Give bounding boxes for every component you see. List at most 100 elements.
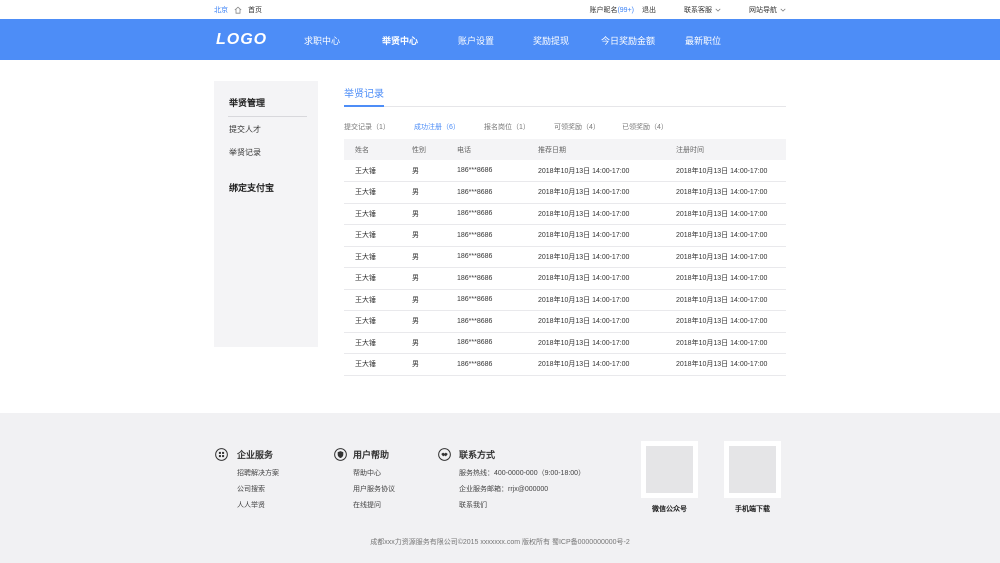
title-divider xyxy=(344,106,786,107)
table-cell: 2018年10月13日 14:00-17:00 xyxy=(676,296,768,304)
table-header: 姓名 性别 电话 推荐日期 注册时间 xyxy=(344,139,786,160)
shield-icon xyxy=(334,448,347,461)
table-cell: 王大锤 xyxy=(355,339,376,347)
table-cell: 男 xyxy=(412,167,419,175)
table-cell: 男 xyxy=(412,189,419,197)
qr-code-image xyxy=(724,441,781,498)
customer-service-dropdown[interactable]: 联系客服 xyxy=(684,5,721,15)
table-cell: 王大锤 xyxy=(355,296,376,304)
table-cell: 2018年10月13日 14:00-17:00 xyxy=(538,253,630,261)
service-hotline: 服务热线：400-0000-000（9:00-18:00） xyxy=(459,470,586,477)
footer-enterprise-services: 企业服务 招聘解决方案 公司搜索 人人举贤 xyxy=(215,448,279,510)
tab-applied-jobs[interactable]: 报名岗位（1） xyxy=(484,122,530,132)
tab-registered[interactable]: 成功注册（6） xyxy=(414,122,460,132)
site-nav-label: 网站导航 xyxy=(749,7,777,14)
nav-item-today-reward[interactable]: 今日奖励金额 xyxy=(601,34,655,47)
tab-claimed-rewards[interactable]: 已领奖励（4） xyxy=(622,122,668,132)
chevron-down-icon xyxy=(780,8,786,12)
table-cell: 2018年10月13日 14:00-17:00 xyxy=(676,339,768,347)
site-logo[interactable]: LOGO xyxy=(216,31,267,49)
sidebar-group-referral-management[interactable]: 举贤管理 xyxy=(229,96,265,109)
table-cell: 186***8686 xyxy=(457,253,493,261)
sidebar-divider xyxy=(228,116,307,117)
table-cell: 2018年10月13日 14:00-17:00 xyxy=(538,296,630,304)
nav-item-account-settings[interactable]: 账户设置 xyxy=(458,34,494,47)
handshake-icon xyxy=(438,448,451,461)
table-cell: 186***8686 xyxy=(457,339,493,347)
footer: 企业服务 招聘解决方案 公司搜索 人人举贤 用户帮助 帮助中心 用户服务协议 在… xyxy=(0,413,1000,563)
footer-title: 用户帮助 xyxy=(353,450,390,460)
account-name[interactable]: 账户昵名(99+) xyxy=(589,5,634,15)
sidebar-item-referral-records[interactable]: 举贤记录 xyxy=(229,147,261,158)
home-icon xyxy=(234,6,242,14)
tab-claimable-rewards[interactable]: 可领奖励（4） xyxy=(554,122,600,132)
table-cell: 2018年10月13日 14:00-17:00 xyxy=(676,253,768,261)
table-cell: 2018年10月13日 14:00-17:00 xyxy=(538,167,630,175)
table-cell: 2018年10月13日 14:00-17:00 xyxy=(676,210,768,218)
top-utility-bar: 北京 首页 账户昵名(99+) 退出 联系客服 网站导航 xyxy=(0,0,1000,19)
table-cell: 186***8686 xyxy=(457,231,493,239)
footer-link[interactable]: 人人举贤 xyxy=(237,500,279,510)
footer-link[interactable]: 招聘解决方案 xyxy=(237,468,279,478)
footer-user-help: 用户帮助 帮助中心 用户服务协议 在线提问 xyxy=(334,448,395,510)
table-cell: 男 xyxy=(412,275,419,283)
table-row: 王大锤 男 186***8686 2018年10月13日 14:00-17:00 201… xyxy=(344,225,786,246)
table-cell: 186***8686 xyxy=(457,167,493,174)
table-cell: 男 xyxy=(412,253,419,261)
table-cell: 男 xyxy=(412,339,419,347)
sidebar-group-bind-alipay[interactable]: 绑定支付宝 xyxy=(229,181,274,194)
sidebar-item-submit-talent[interactable]: 提交人才 xyxy=(229,124,261,135)
records-table: 姓名 性别 电话 推荐日期 注册时间 王大锤男 186***8686 2018年10… xyxy=(344,139,786,376)
table-cell: 2018年10月13日 14:00-17:00 xyxy=(676,189,768,197)
main-area: 举贤管理 提交人才 举贤记录 绑定支付宝 举贤记录 提交记录（1） 成功注册（6… xyxy=(0,60,1000,413)
table-cell: 186***8686 xyxy=(457,188,493,196)
table-row: 王大锤 男 186***8686 2018年10月13日 14:00-17:00 201… xyxy=(344,289,786,311)
nav-item-job-center[interactable]: 求职中心 xyxy=(304,34,340,47)
table-cell: 王大锤 xyxy=(355,275,376,283)
nav-item-reward-withdraw[interactable]: 奖励提现 xyxy=(533,34,569,47)
site-nav-dropdown[interactable]: 网站导航 xyxy=(749,5,786,15)
city-selector[interactable]: 北京 xyxy=(214,5,228,15)
home-link[interactable]: 首页 xyxy=(248,5,262,15)
table-row: 王大锤 男 186***8686 2018年10月13日 14:00-17:00 201… xyxy=(344,203,786,225)
table-cell: 王大锤 xyxy=(355,253,376,261)
footer-link[interactable]: 帮助中心 xyxy=(353,468,395,478)
table-row: 王大锤 男 186***8686 2018年10月13日 14:00-17:00 201… xyxy=(344,354,786,375)
chevron-down-icon xyxy=(715,8,721,12)
table-row: 王大锤 男 186***8686 2018年10月13日 14:00-17:00 201… xyxy=(344,246,786,268)
app-download-qr: 手机端下载 xyxy=(724,441,781,514)
nav-item-referral-center[interactable]: 举贤中心 xyxy=(382,34,418,47)
table-cell: 王大锤 xyxy=(355,318,376,326)
qr-caption: 手机端下载 xyxy=(735,506,770,513)
table-cell: 2018年10月13日 14:00-17:00 xyxy=(538,361,630,369)
column-header: 推荐日期 xyxy=(538,146,566,154)
column-header: 姓名 xyxy=(355,146,369,154)
table-cell: 王大锤 xyxy=(355,189,376,197)
table-row: 王大锤 男 186***8686 2018年10月13日 14:00-17:00 201… xyxy=(344,311,786,332)
contact-us-link[interactable]: 联系我们 xyxy=(459,500,585,510)
table-cell: 男 xyxy=(412,361,419,369)
page-title: 举贤记录 xyxy=(344,89,384,100)
customer-service-label: 联系客服 xyxy=(684,7,712,14)
table-cell: 2018年10月13日 14:00-17:00 xyxy=(538,189,630,197)
qr-code-image xyxy=(641,441,698,498)
footer-link[interactable]: 在线提问 xyxy=(353,500,395,510)
table-cell: 186***8686 xyxy=(457,274,493,282)
logout-link[interactable]: 退出 xyxy=(642,5,656,15)
table-cell: 2018年10月13日 14:00-17:00 xyxy=(538,339,630,347)
tab-submitted[interactable]: 提交记录（1） xyxy=(344,122,390,132)
table-cell: 2018年10月13日 14:00-17:00 xyxy=(676,361,768,369)
column-header: 电话 xyxy=(457,146,471,154)
table-cell: 男 xyxy=(412,296,419,304)
table-cell: 186***8686 xyxy=(457,317,493,325)
qr-caption: 微信公众号 xyxy=(652,506,687,513)
footer-link[interactable]: 用户服务协议 xyxy=(353,484,395,494)
table-cell: 2018年10月13日 14:00-17:00 xyxy=(538,210,630,218)
nav-item-latest-jobs[interactable]: 最新职位 xyxy=(685,34,721,47)
title-underline xyxy=(344,105,384,107)
footer-link[interactable]: 公司搜索 xyxy=(237,484,279,494)
footer-title: 联系方式 xyxy=(459,450,496,460)
sidebar: 举贤管理 提交人才 举贤记录 绑定支付宝 xyxy=(214,81,318,347)
table-row: 王大锤 男 186***8686 2018年10月13日 14:00-17:00 201… xyxy=(344,332,786,354)
table-cell: 2018年10月13日 14:00-17:00 xyxy=(538,318,630,326)
